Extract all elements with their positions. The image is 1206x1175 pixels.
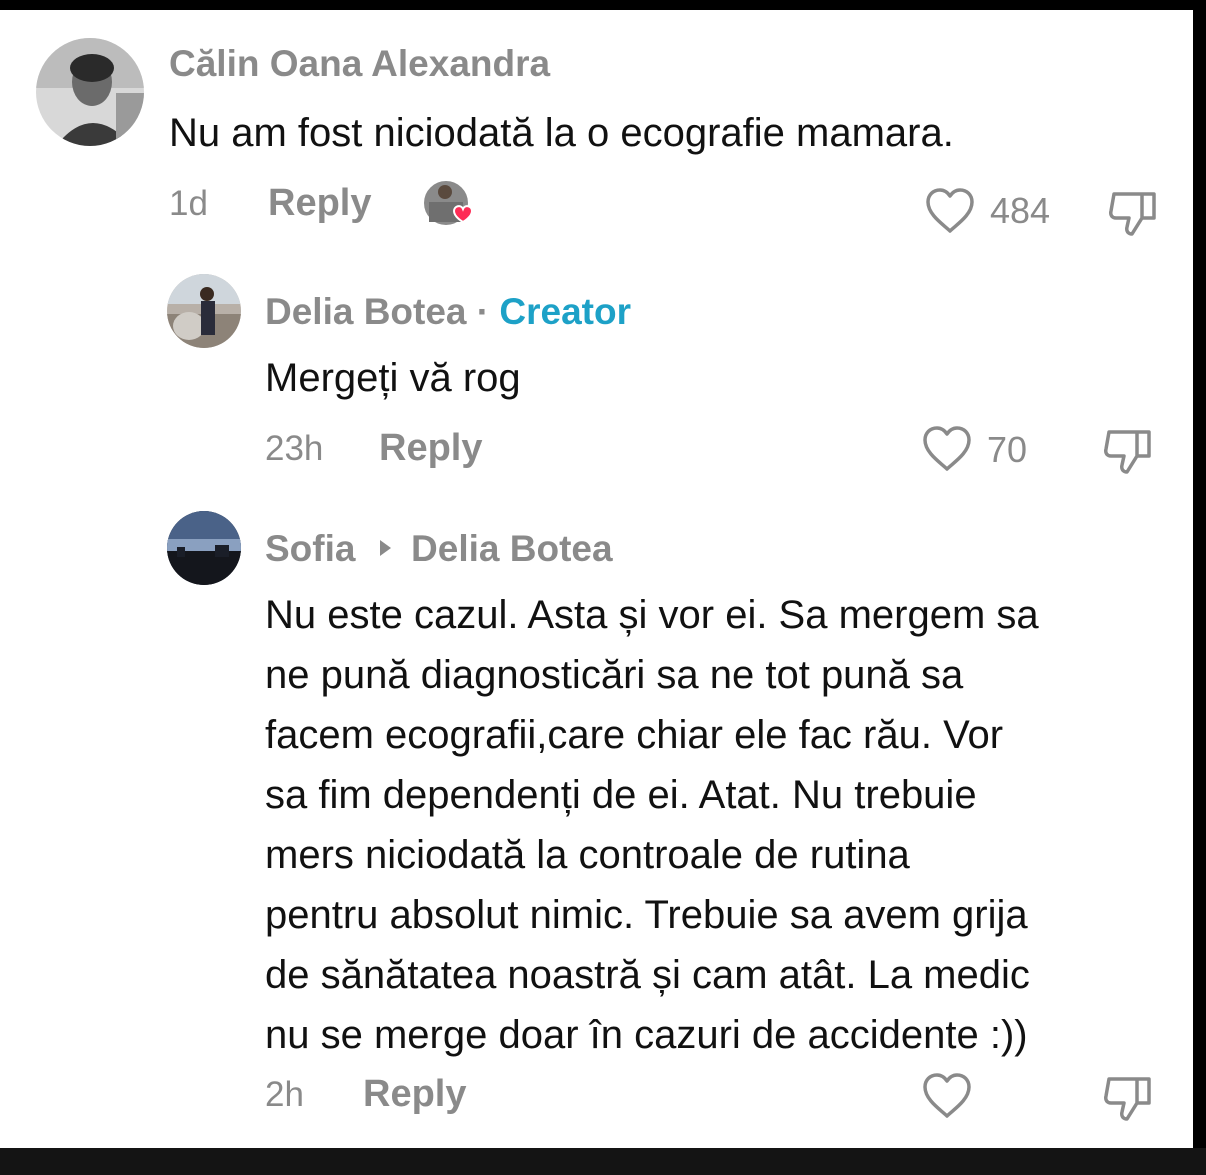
comment-text-line: nu se merge doar în cazuri de accidente …: [265, 1013, 1028, 1057]
comment-text: Mergeți vă rog: [265, 356, 521, 400]
creator-liked-badge: [421, 178, 481, 238]
reply-button[interactable]: Reply: [268, 182, 371, 225]
heart-outline-icon: [923, 1073, 971, 1118]
comment-text-line: ne pună diagnosticări sa ne tot pună sa: [265, 653, 964, 697]
comment-text-line: pentru absolut nimic. Trebuie sa avem gr…: [265, 893, 1028, 937]
reply-button[interactable]: Reply: [379, 427, 482, 470]
comment-text: Nu este cazul. Asta și vor ei. Sa mergem…: [265, 585, 1185, 1065]
comment-author[interactable]: Sofia Delia Botea: [265, 528, 613, 570]
separator-dot: ·: [476, 291, 490, 332]
comment-item: Călin Oana Alexandra Nu am fost niciodat…: [0, 10, 1193, 240]
dislike-button[interactable]: [1101, 426, 1157, 476]
avatar[interactable]: [36, 38, 144, 146]
like-button[interactable]: [921, 1072, 973, 1120]
thumbs-down-icon: [1104, 430, 1151, 474]
comment-timestamp: 2h: [265, 1075, 304, 1114]
reply-comment-item: Sofia Delia Botea Nu este cazul. Asta și…: [0, 485, 1193, 1148]
comments-panel: Călin Oana Alexandra Nu am fost niciodat…: [0, 10, 1193, 1148]
comment-author[interactable]: Delia Botea · Creator: [265, 291, 631, 333]
comment-author[interactable]: Călin Oana Alexandra: [169, 43, 550, 85]
heart-outline-icon: [926, 188, 974, 233]
bottom-bar: [0, 1148, 1206, 1175]
reply-to-name[interactable]: Delia Botea: [411, 528, 613, 569]
comment-text: Nu am fost niciodată la o ecografie mama…: [169, 111, 954, 155]
like-button[interactable]: [924, 187, 976, 235]
triangle-right-icon: [379, 540, 391, 557]
like-count: 484: [990, 190, 1051, 231]
dislike-button[interactable]: [1101, 1073, 1157, 1123]
reply-button[interactable]: Reply: [363, 1073, 466, 1116]
like-count: 70: [987, 429, 1028, 470]
author-name[interactable]: Delia Botea: [265, 291, 467, 332]
comment-text-line: facem ecografii,care chiar ele fac rău. …: [265, 713, 1004, 757]
avatar[interactable]: [167, 511, 241, 585]
heart-outline-icon: [923, 426, 971, 471]
avatar[interactable]: [167, 274, 241, 348]
thumbs-down-icon: [1109, 192, 1156, 236]
comment-timestamp: 1d: [169, 184, 208, 223]
creator-badge: Creator: [499, 291, 632, 332]
comment-text-line: sa fim dependenți de ei. Atat. Nu trebui…: [265, 773, 977, 817]
dislike-button[interactable]: [1106, 188, 1162, 238]
reply-comment-item: Delia Botea · Creator Mergeți vă rog 23h…: [0, 240, 1193, 485]
thumbs-down-icon: [1104, 1077, 1151, 1121]
comment-text-line: mers niciodată la controale de rutina: [265, 833, 910, 877]
comment-timestamp: 23h: [265, 429, 324, 468]
author-name[interactable]: Sofia: [265, 528, 355, 569]
comment-text-line: de sănătatea noastră și cam atât. La med…: [265, 953, 1030, 997]
comment-text-line: Nu este cazul. Asta și vor ei. Sa mergem…: [265, 593, 1039, 637]
like-button[interactable]: [921, 425, 973, 473]
